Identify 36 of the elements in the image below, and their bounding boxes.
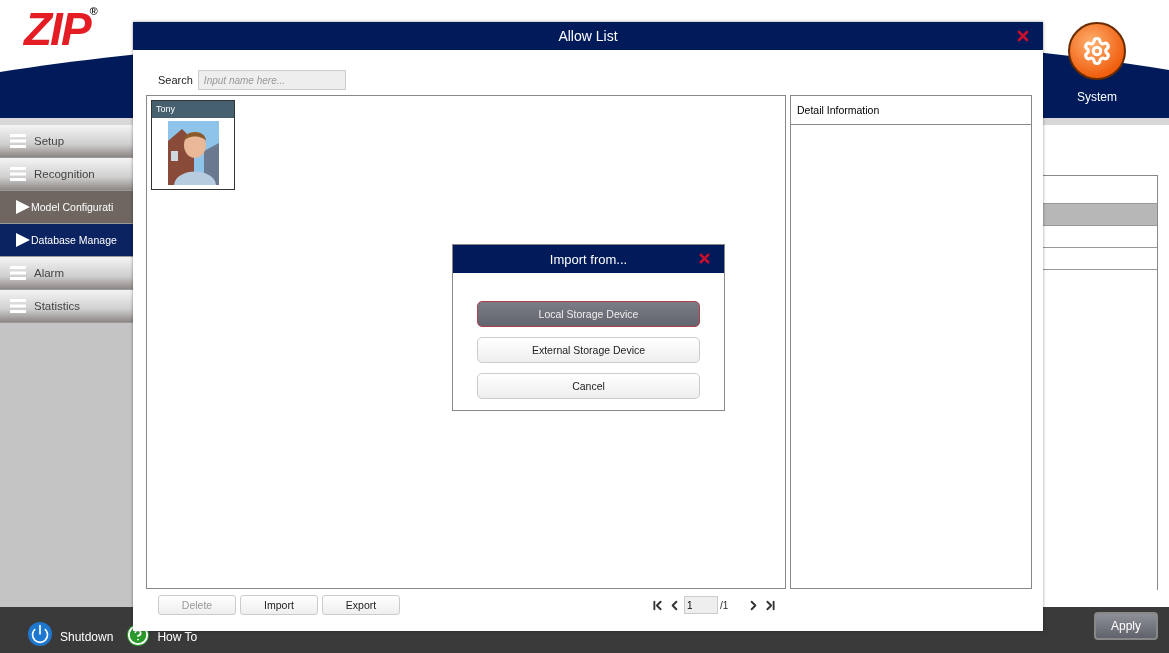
option-button[interactable]: External Storage Device [477, 337, 700, 363]
search-label: Search [158, 74, 193, 86]
how-to-link[interactable]: How To [157, 630, 198, 644]
option-button[interactable]: Cancel [477, 373, 700, 399]
apply-button[interactable]: Apply [1094, 612, 1158, 640]
close-button[interactable] [697, 251, 712, 266]
power-icon[interactable] [28, 622, 52, 646]
dialog-title: Allow List [558, 28, 618, 44]
page-total: /1 [720, 599, 729, 611]
person-name: Tony [152, 101, 234, 118]
sidebar-item[interactable]: Recognition [0, 158, 133, 191]
sidebar-item[interactable]: Statistics [0, 290, 133, 323]
menu-icon [10, 134, 26, 148]
action-button[interactable]: Export [322, 595, 400, 615]
system-label: System [1077, 90, 1117, 104]
detail-title: Detail Information [791, 96, 1031, 125]
logo: ZIP$^{®}$ [24, 6, 96, 52]
import-title: Import from... [549, 251, 628, 267]
menu-icon [10, 299, 26, 313]
sidebar-item[interactable]: Setup [0, 125, 133, 158]
sidebar-item[interactable]: Database Manage [0, 224, 133, 257]
gear-icon [1082, 36, 1112, 66]
shutdown-link[interactable]: Shutdown [60, 630, 114, 644]
triangle-icon [16, 233, 30, 247]
page-field[interactable]: 1 [684, 596, 718, 614]
sidebar-item[interactable]: Model Configurati [0, 191, 133, 224]
person-card[interactable]: Tony [151, 100, 235, 190]
action-button[interactable]: Import [240, 595, 318, 615]
menu-icon [10, 167, 26, 181]
menu-icon [10, 266, 26, 280]
close-button[interactable] [1015, 28, 1031, 44]
triangle-icon [16, 200, 30, 214]
system-button[interactable] [1068, 22, 1126, 80]
search-field[interactable]: Input name here... [197, 70, 346, 90]
sidebar-item[interactable]: Alarm [0, 257, 133, 290]
option-button[interactable]: Local Storage Device [477, 301, 700, 327]
